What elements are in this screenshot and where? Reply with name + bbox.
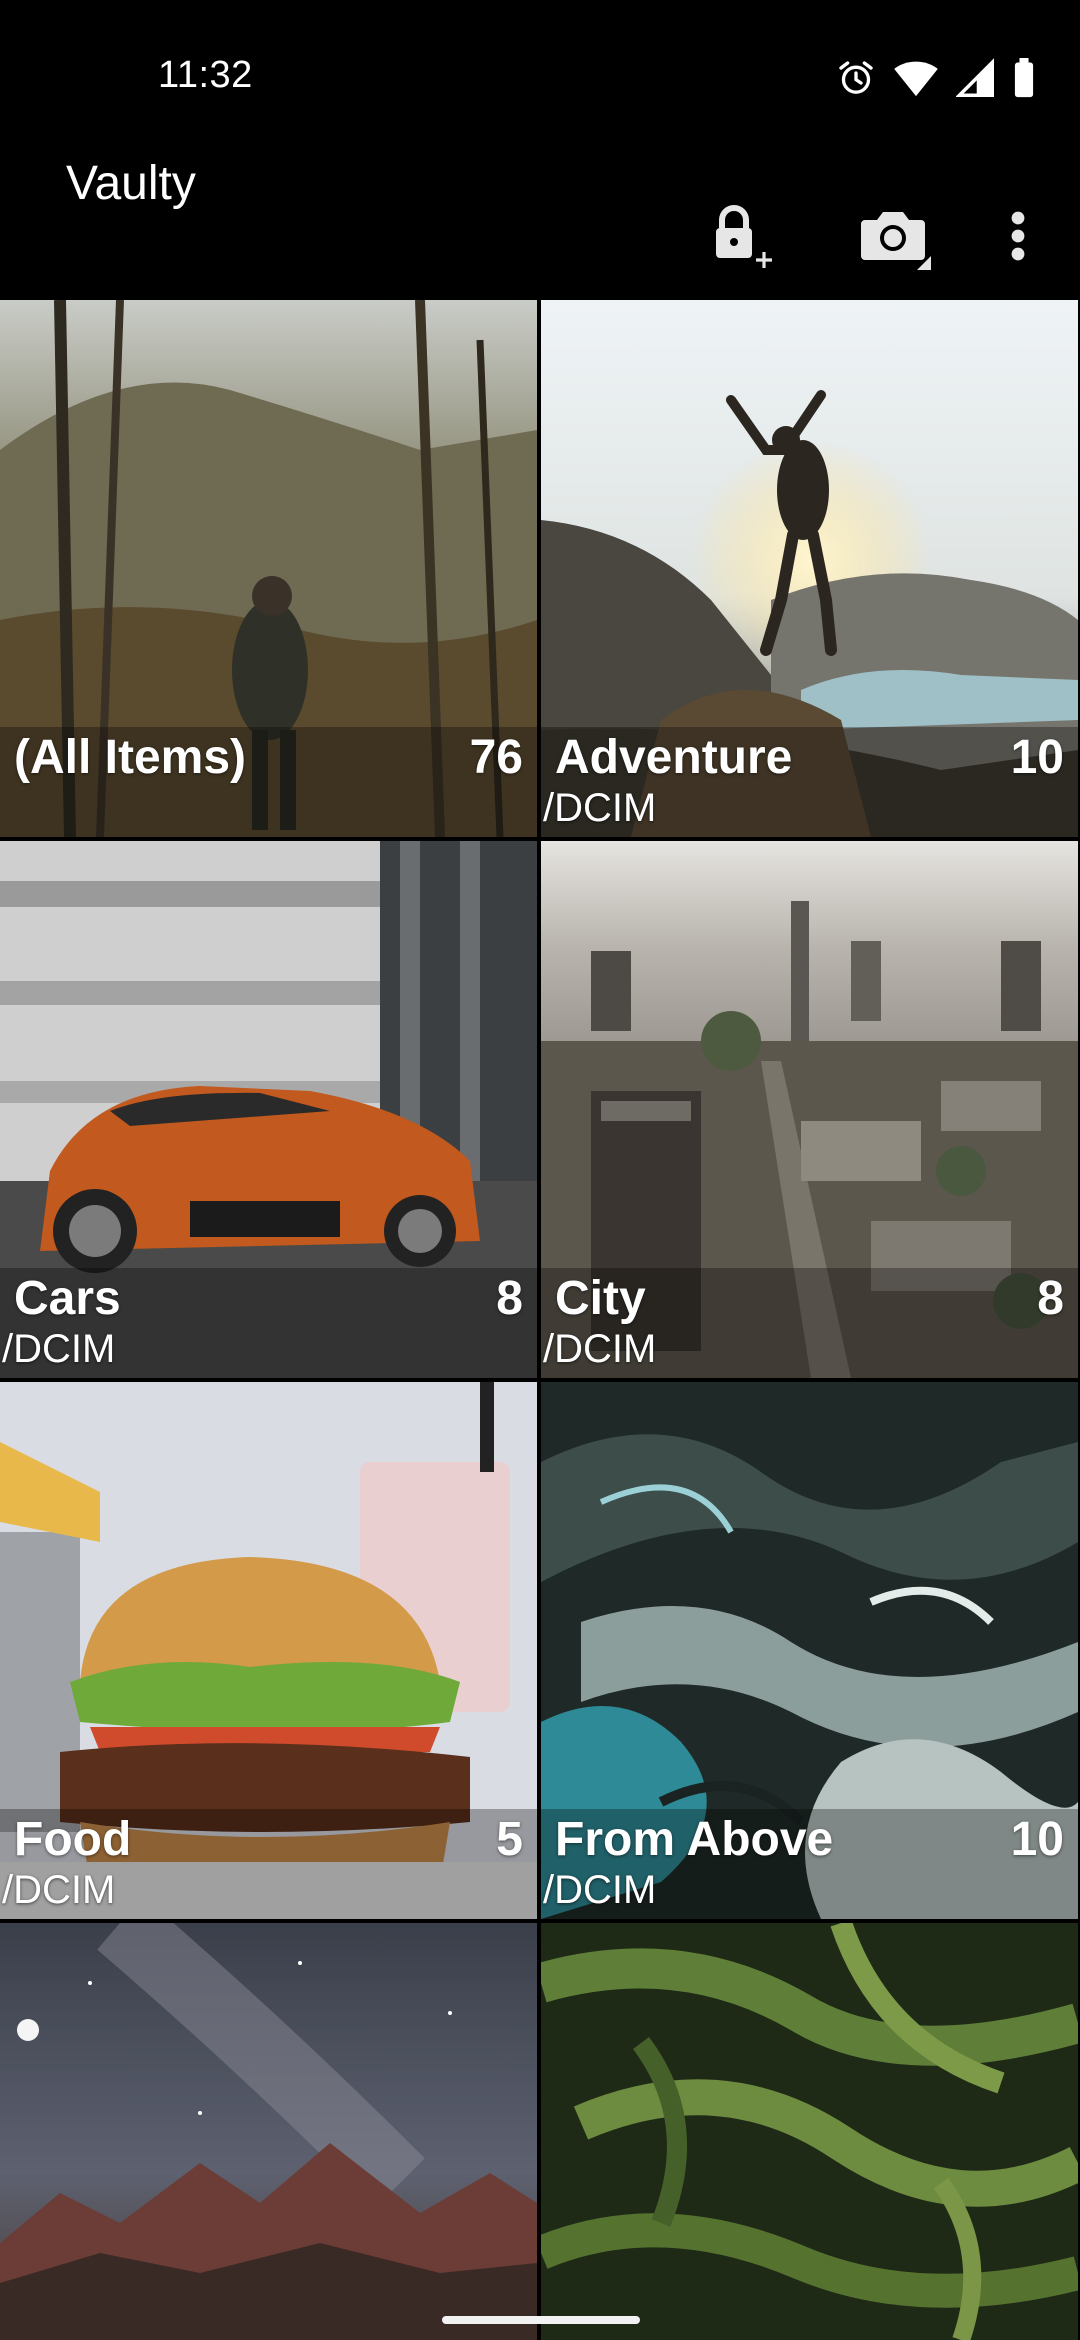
camera-icon	[857, 202, 931, 275]
status-time: 11:32	[158, 54, 253, 96]
camera-button[interactable]	[846, 190, 942, 286]
more-vert-icon	[1010, 210, 1026, 267]
album-tile-food[interactable]: Food 5 /DCIM	[0, 1382, 537, 1919]
album-tile-cars[interactable]: Cars 8 /DCIM	[0, 841, 537, 1378]
album-cover-image	[0, 1923, 537, 2340]
wifi-icon	[894, 58, 938, 98]
album-name: City	[555, 1272, 646, 1325]
add-lock-button[interactable]	[694, 190, 790, 286]
alarm-icon	[836, 58, 876, 98]
battery-icon	[1012, 58, 1036, 98]
album-count: 10	[1010, 1813, 1064, 1866]
signal-icon	[956, 58, 994, 98]
album-cover-image	[541, 1923, 1078, 2340]
screen: 11:32 Vaulty (All Items) 76 Adventure 10…	[0, 0, 1080, 2340]
status-icons	[836, 56, 1036, 100]
album-count: 8	[1037, 1272, 1064, 1325]
app-bar: Vaulty	[0, 150, 1080, 300]
album-tile-night-sky[interactable]	[0, 1923, 537, 2340]
album-grid: (All Items) 76 Adventure 10 /DCIM Cars 8…	[0, 300, 1080, 2340]
album-count: 5	[496, 1813, 523, 1866]
album-path: /DCIM	[2, 1868, 116, 1912]
album-path: /DCIM	[2, 1327, 116, 1371]
album-count: 76	[469, 731, 523, 784]
album-path: /DCIM	[543, 1327, 657, 1371]
album-tile-city[interactable]: City 8 /DCIM	[541, 841, 1078, 1378]
more-options-button[interactable]	[970, 190, 1066, 286]
album-path: /DCIM	[543, 786, 657, 830]
album-name: (All Items)	[14, 731, 247, 784]
album-name: Food	[14, 1813, 132, 1866]
album-count: 10	[1010, 731, 1064, 784]
status-bar: 11:32	[0, 0, 1080, 150]
app-title: Vaulty	[66, 157, 196, 210]
album-tile-all-items[interactable]: (All Items) 76	[0, 300, 537, 837]
album-name: Adventure	[555, 731, 793, 784]
album-tile-from-above[interactable]: From Above 10 /DCIM	[541, 1382, 1078, 1919]
gesture-navigation-bar[interactable]	[442, 2316, 640, 2324]
album-name: From Above	[555, 1813, 834, 1866]
lock-add-icon	[706, 200, 778, 277]
album-name: Cars	[14, 1272, 121, 1325]
album-tile-adventure[interactable]: Adventure 10 /DCIM	[541, 300, 1078, 837]
album-tile-ferns[interactable]	[541, 1923, 1078, 2340]
album-count: 8	[496, 1272, 523, 1325]
album-path: /DCIM	[543, 1868, 657, 1912]
